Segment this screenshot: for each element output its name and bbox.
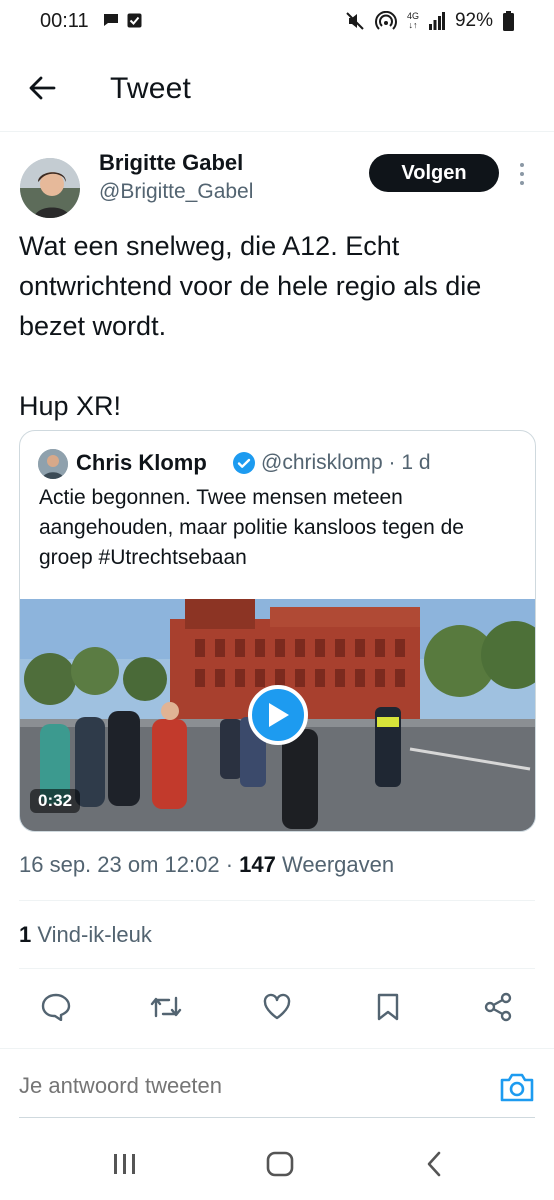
divider (19, 900, 535, 901)
avatar-image (20, 158, 80, 218)
follow-button[interactable]: Volgen (369, 154, 499, 192)
author-handle[interactable]: @Brigitte_Gabel (99, 180, 253, 204)
quoted-author-name: Chris Klomp (76, 450, 207, 475)
tweet-text: Wat een snelweg, die A12. Echt ontwricht… (19, 231, 482, 421)
quoted-text: Actie begonnen. Twee mensen meteen aange… (39, 486, 464, 569)
signal-icon (428, 12, 445, 30)
reply-composer (0, 1048, 554, 1118)
camera-icon (500, 1073, 534, 1102)
tweet-meta: 16 sep. 23 om 12:02 · 147 Weergaven (19, 852, 394, 878)
retweet-button[interactable] (144, 985, 188, 1029)
camera-button[interactable] (499, 1071, 535, 1103)
app-header: Tweet (0, 44, 554, 132)
battery-percent: 92% (454, 10, 493, 31)
video-duration: 0:32 (30, 789, 81, 813)
status-notifications (103, 12, 142, 28)
reply-underline (19, 1117, 535, 1118)
share-icon (484, 992, 512, 1022)
reply-button[interactable] (34, 985, 78, 1029)
status-system-icons: 4G ↓↑ 92% (345, 10, 514, 32)
verified-badge-icon (233, 452, 255, 474)
avatar[interactable] (20, 158, 80, 218)
back-button[interactable] (22, 68, 62, 108)
views-label: Weergaven (275, 852, 395, 877)
battery-icon (503, 11, 514, 31)
play-icon (269, 703, 289, 727)
likes-summary[interactable]: 1 Vind-ik-leuk (19, 922, 152, 948)
home-icon (266, 1151, 294, 1177)
more-options-icon[interactable] (512, 160, 532, 188)
tweet-timestamp: 16 sep. 23 om 12:02 (19, 852, 220, 877)
like-icon (263, 993, 291, 1020)
likes-count: 1 (19, 922, 32, 947)
system-back-button[interactable] (412, 1146, 456, 1182)
home-button[interactable] (258, 1146, 302, 1182)
chevron-left-icon (427, 1151, 441, 1177)
author-name[interactable]: Brigitte Gabel (99, 150, 243, 176)
play-button[interactable] (248, 685, 308, 745)
network-type: 4G ↓↑ (407, 12, 419, 30)
recent-apps-button[interactable] (103, 1146, 147, 1182)
views-count: 147 (239, 852, 276, 877)
page-title: Tweet (110, 72, 192, 105)
system-nav-bar (0, 1130, 554, 1200)
bookmark-button[interactable] (366, 985, 410, 1029)
like-button[interactable] (255, 985, 299, 1029)
status-time: 00:11 (40, 10, 89, 32)
tweet-actions (0, 985, 554, 1029)
share-button[interactable] (476, 985, 520, 1029)
quoted-tweet[interactable]: Chris Klomp @chrisklomp · 1 d Actie bego… (19, 430, 536, 832)
bookmark-icon (377, 993, 399, 1021)
meta-separator: · (219, 852, 240, 877)
quoted-handle: @chrisklomp · 1 d (261, 451, 431, 474)
data-arrows: ↓↑ (408, 20, 418, 30)
chat-bubble-icon (104, 14, 118, 26)
reply-input[interactable] (19, 1073, 459, 1099)
recent-apps-icon (114, 1154, 135, 1174)
video-thumbnail[interactable]: 0:32 (20, 599, 535, 831)
likes-label: Vind-ik-leuk (31, 922, 152, 947)
retweet-icon (150, 996, 182, 1018)
arrow-left-icon (29, 76, 56, 100)
check-box-icon (127, 13, 142, 27)
reply-icon (41, 993, 71, 1021)
hotspot-icon (374, 11, 397, 30)
mute-icon (346, 12, 364, 30)
status-bar: 00:11 4G ↓↑ 92% (0, 0, 554, 44)
quoted-avatar (38, 449, 68, 479)
divider (19, 968, 535, 969)
